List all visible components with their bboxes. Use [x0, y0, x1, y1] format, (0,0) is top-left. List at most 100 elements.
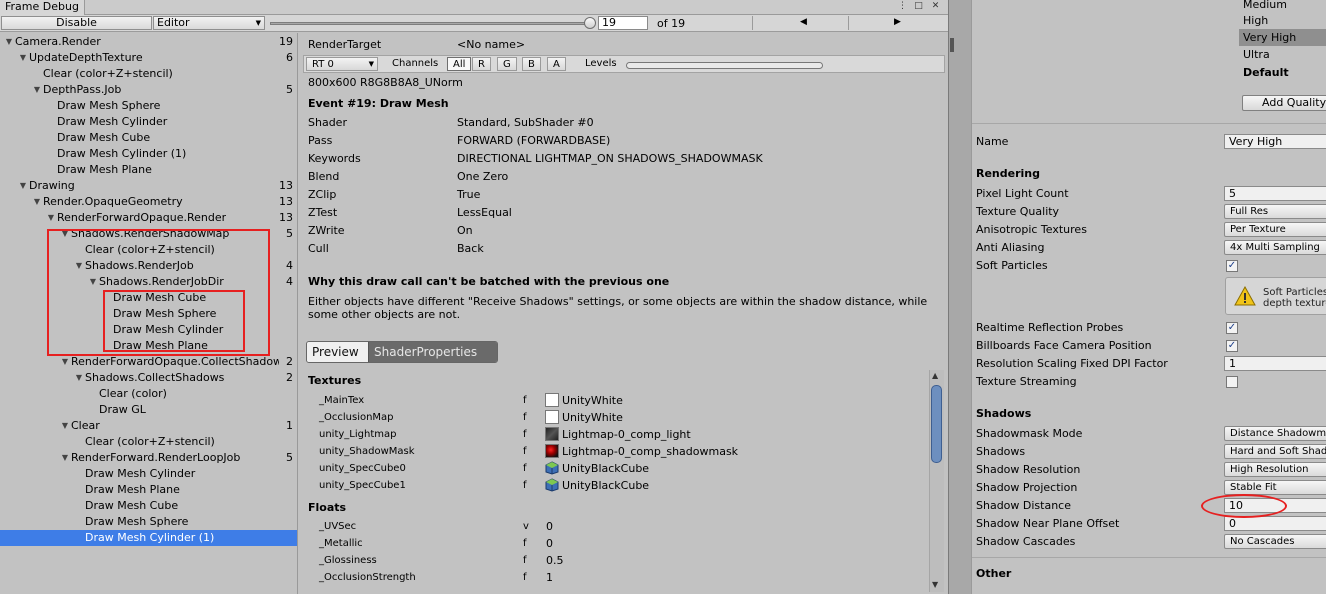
dpi-factor-field[interactable]: 1: [1224, 356, 1326, 371]
tree-row[interactable]: ▼ Clear 1: [0, 418, 297, 434]
tree-row[interactable]: ▼ RenderForwardOpaque.CollectShadows 2: [0, 354, 297, 370]
frame-slider[interactable]: [270, 22, 592, 25]
tree-row[interactable]: Draw Mesh Cylinder (1): [0, 146, 297, 162]
soft-particles-checkbox[interactable]: ✓: [1226, 260, 1238, 272]
tree-row[interactable]: Draw Mesh Cylinder: [0, 114, 297, 130]
texture-thumbnail[interactable]: [545, 393, 559, 407]
help-line: depth texture: [1263, 298, 1326, 309]
warning-icon: [1234, 286, 1256, 306]
divider-grip[interactable]: [950, 38, 954, 52]
channel-b-button[interactable]: B: [522, 57, 541, 71]
panel-divider[interactable]: [948, 0, 972, 594]
name-field[interactable]: Very High: [1224, 134, 1326, 149]
shadow-resolution-dropdown[interactable]: High Resolution: [1224, 462, 1326, 477]
scroll-down-icon[interactable]: ▼: [932, 580, 938, 589]
texture-quality-dropdown[interactable]: Full Res: [1224, 204, 1326, 219]
context-menu-icon[interactable]: ⋮: [897, 1, 908, 12]
tree-row-count: 13: [279, 179, 293, 192]
tree-row[interactable]: ▼ RenderForward.RenderLoopJob 5: [0, 450, 297, 466]
expand-arrow-icon[interactable]: ▼: [59, 418, 71, 434]
tree-row[interactable]: Clear (color+Z+stencil): [0, 434, 297, 450]
texture-type: f: [523, 463, 527, 474]
close-icon[interactable]: ✕: [930, 1, 941, 12]
shadows-dropdown[interactable]: Hard and Soft Shadows: [1224, 444, 1326, 459]
previous-frame-icon[interactable]: ◀: [800, 16, 807, 29]
texture-streaming-checkbox[interactable]: [1226, 376, 1238, 388]
quality-level-item[interactable]: Default: [1239, 64, 1326, 81]
disable-button[interactable]: Disable: [1, 16, 152, 30]
tree-row[interactable]: ▼ Shadows.CollectShadows 2: [0, 370, 297, 386]
anisotropic-textures-dropdown[interactable]: Per Texture: [1224, 222, 1326, 237]
tree-row[interactable]: ▼ Drawing 13: [0, 178, 297, 194]
expand-arrow-icon[interactable]: ▼: [59, 450, 71, 466]
expand-arrow-icon[interactable]: ▼: [59, 354, 71, 370]
tab-shader-properties[interactable]: ShaderProperties: [368, 342, 497, 362]
texture-thumbnail[interactable]: [545, 444, 559, 458]
rt-dropdown[interactable]: RT 0 ▼: [306, 57, 378, 71]
property-label: Cull: [308, 242, 329, 255]
cubemap-icon[interactable]: [545, 478, 559, 492]
expand-arrow-icon[interactable]: ▼: [31, 82, 43, 98]
shadowmask-mode-dropdown[interactable]: Distance Shadowmask: [1224, 426, 1326, 441]
target-dropdown[interactable]: Editor ▼: [153, 16, 265, 30]
channel-a-button[interactable]: A: [547, 57, 566, 71]
tree-row[interactable]: Draw GL: [0, 402, 297, 418]
texture-type: f: [523, 412, 527, 423]
channel-r-button[interactable]: R: [472, 57, 491, 71]
channel-g-button[interactable]: G: [497, 57, 517, 71]
annotation-ellipse: [1201, 494, 1287, 518]
tab-preview[interactable]: Preview: [307, 342, 368, 362]
tree-row[interactable]: Draw Mesh Plane: [0, 162, 297, 178]
realtime-reflection-checkbox[interactable]: ✓: [1226, 322, 1238, 334]
scroll-up-icon[interactable]: ▲: [932, 371, 938, 380]
window-tab[interactable]: Frame Debug: [0, 0, 85, 15]
tree-row[interactable]: Draw Mesh Cylinder (1): [0, 530, 297, 546]
expand-arrow-icon[interactable]: ▼: [17, 178, 29, 194]
frame-number-field[interactable]: 19: [598, 16, 648, 30]
expand-arrow-icon[interactable]: ▼: [45, 210, 57, 226]
texture-thumbnail[interactable]: [545, 427, 559, 441]
property-label: ZWrite: [308, 224, 345, 237]
add-quality-level-button[interactable]: Add Quality: [1242, 95, 1326, 111]
billboards-checkbox[interactable]: ✓: [1226, 340, 1238, 352]
shader-properties-list: Textures _MainTex f UnityWhite _OcclusionMa…: [303, 370, 928, 594]
pixel-light-count-field[interactable]: 5: [1224, 186, 1326, 201]
tree-row[interactable]: Draw Mesh Cylinder: [0, 466, 297, 482]
frame-slider-handle[interactable]: [584, 17, 596, 29]
tree-row[interactable]: ▼ Render.OpaqueGeometry 13: [0, 194, 297, 210]
expand-arrow-icon[interactable]: ▼: [73, 370, 85, 386]
cubemap-icon[interactable]: [545, 461, 559, 475]
expand-arrow-icon[interactable]: ▼: [17, 50, 29, 66]
tree-row-label: Draw Mesh Cube: [57, 131, 151, 144]
property-value: On: [457, 224, 473, 237]
quality-level-item[interactable]: Very High: [1239, 29, 1326, 46]
texture-thumbnail[interactable]: [545, 410, 559, 424]
tree-row[interactable]: Draw Mesh Sphere: [0, 514, 297, 530]
levels-range-slider[interactable]: [626, 62, 823, 69]
channel-all-button[interactable]: All: [447, 57, 472, 71]
quality-level-item[interactable]: Ultra: [1239, 46, 1326, 63]
shadow-projection-dropdown[interactable]: Stable Fit: [1224, 480, 1326, 495]
quality-level-item[interactable]: High: [1239, 12, 1326, 29]
anti-aliasing-dropdown[interactable]: 4x Multi Sampling: [1224, 240, 1326, 255]
expand-arrow-icon[interactable]: ▼: [31, 194, 43, 210]
tree-row[interactable]: ▼ DepthPass.Job 5: [0, 82, 297, 98]
maximize-icon[interactable]: □: [913, 1, 924, 12]
tree-row[interactable]: Draw Mesh Cube: [0, 498, 297, 514]
texture-name: unity_SpecCube1: [319, 480, 406, 491]
target-dropdown-value: Editor: [157, 16, 190, 29]
tree-row[interactable]: Clear (color): [0, 386, 297, 402]
shadow-cascades-dropdown[interactable]: No Cascades: [1224, 534, 1326, 549]
textures-heading: Textures: [308, 374, 362, 387]
shadow-near-plane-field[interactable]: 0: [1224, 516, 1326, 531]
tree-row[interactable]: Draw Mesh Plane: [0, 482, 297, 498]
tree-row[interactable]: Draw Mesh Sphere: [0, 98, 297, 114]
next-frame-icon[interactable]: ▶: [894, 16, 901, 29]
tree-row[interactable]: Draw Mesh Cube: [0, 130, 297, 146]
expand-arrow-icon[interactable]: ▼: [3, 34, 15, 50]
tree-row[interactable]: Clear (color+Z+stencil): [0, 66, 297, 82]
properties-scrollbar-thumb[interactable]: [931, 385, 942, 463]
tree-row[interactable]: ▼ RenderForwardOpaque.Render 13: [0, 210, 297, 226]
tree-row[interactable]: ▼ UpdateDepthTexture 6: [0, 50, 297, 66]
tree-row[interactable]: ▼ Camera.Render 19: [0, 34, 297, 50]
